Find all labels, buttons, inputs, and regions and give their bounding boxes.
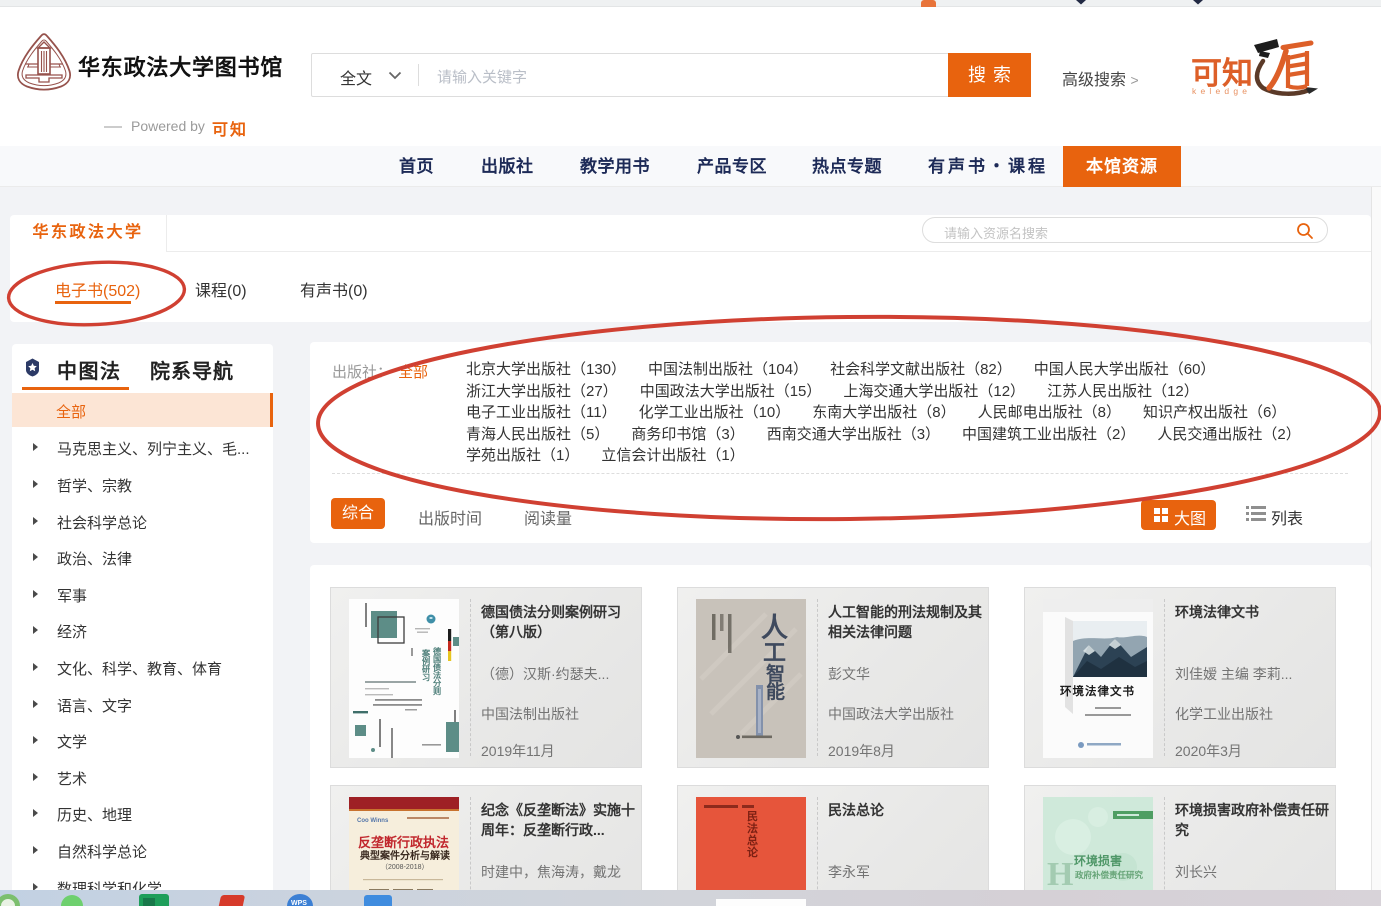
svg-text:政府补偿责任研究: 政府补偿责任研究 — [1075, 870, 1144, 880]
svg-text:反垄断行政执法: 反垄断行政执法 — [358, 835, 449, 850]
svg-text:（2008-2018）: （2008-2018） — [381, 863, 428, 871]
svg-text:则: 则 — [433, 686, 441, 696]
svg-text:keledge: keledge — [1192, 86, 1251, 96]
svg-text:能: 能 — [766, 680, 785, 703]
svg-text:民: 民 — [747, 810, 758, 823]
svg-text:典型案件分析与解读: 典型案件分析与解读 — [360, 849, 450, 862]
svg-text:H: H — [1047, 856, 1073, 893]
svg-text:环境损害: 环境损害 — [1074, 853, 1122, 868]
svg-text:环境法律文书: 环境法律文书 — [1060, 684, 1135, 698]
svg-text:法: 法 — [747, 821, 758, 835]
svg-text:工: 工 — [763, 639, 786, 665]
svg-text:总: 总 — [747, 833, 758, 847]
svg-text:论: 论 — [747, 845, 759, 859]
svg-text:习: 习 — [422, 673, 430, 682]
svg-text:Coo Winns: Coo Winns — [357, 818, 389, 824]
